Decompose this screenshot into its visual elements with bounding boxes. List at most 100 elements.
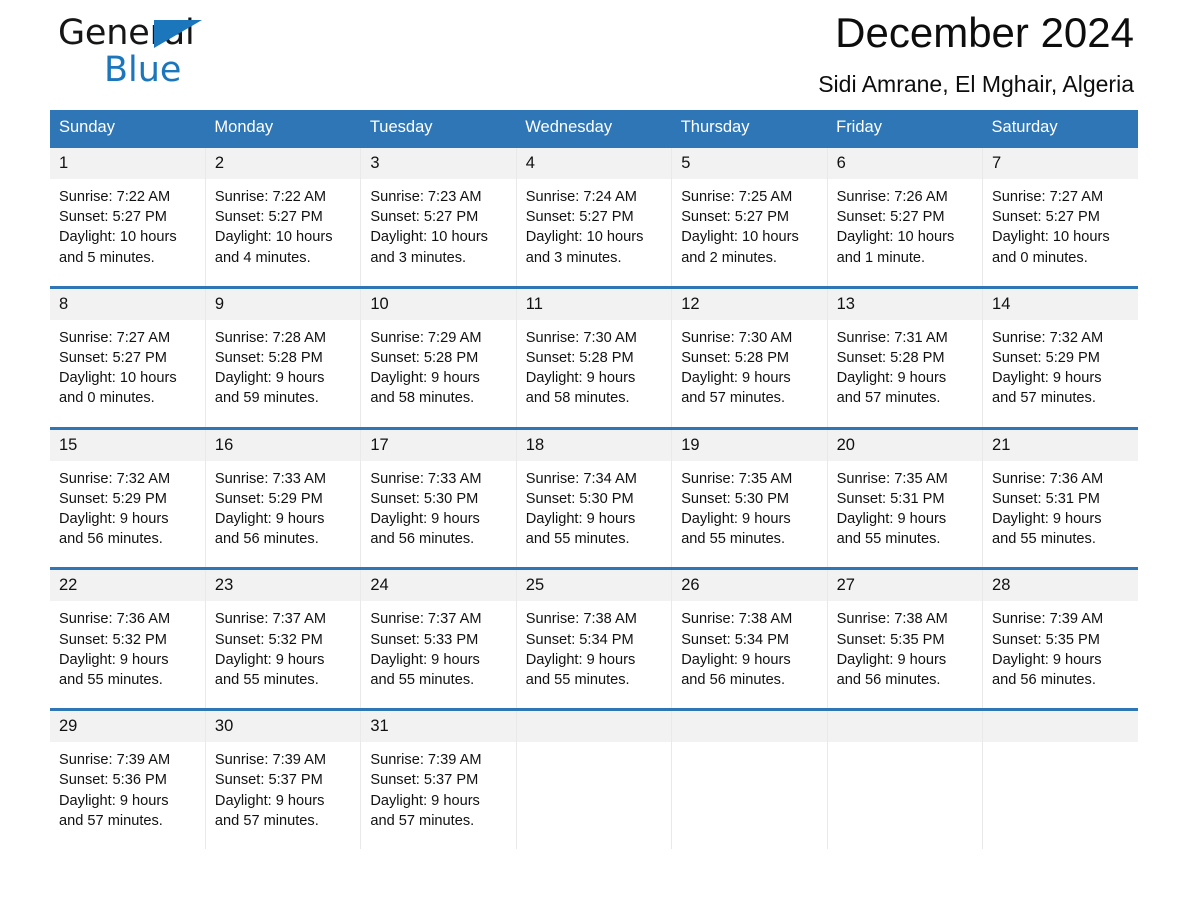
- calendar-day-cell[interactable]: 13 Sunrise: 7:31 AM Sunset: 5:28 PM Dayligh…: [827, 287, 984, 429]
- day-details: Sunrise: 7:38 AM Sunset: 5:34 PM Daylight:…: [672, 601, 826, 708]
- calendar-week-row: 22 Sunrise: 7:36 AM Sunset: 5:32 PM Dayligh…: [50, 568, 1138, 710]
- daylight-text-line1: Daylight: 9 hours: [370, 792, 480, 809]
- sunrise-text: Sunrise: 7:22 AM: [214, 189, 327, 205]
- calendar-day-cell[interactable]: 1 Sunrise: 7:22 AM Sunset: 5:27 PM Daylight…: [50, 146, 206, 288]
- daylight-text-line1: Daylight: 9 hours: [59, 511, 169, 528]
- day-details: [517, 742, 671, 830]
- day-number: 9: [205, 288, 361, 320]
- calendar-day-cell[interactable]: 7 Sunrise: 7:27 AM Sunset: 5:27 PM Daylight…: [982, 146, 1138, 288]
- calendar-day-cell[interactable]: 24 Sunrise: 7:37 AM Sunset: 5:33 PM Dayligh…: [360, 568, 517, 710]
- sunset-text: Sunset: 5:30 PM: [370, 490, 479, 507]
- calendar-day-cell[interactable]: 15 Sunrise: 7:32 AM Sunset: 5:29 PM Dayligh…: [50, 428, 206, 569]
- calendar-day-cell[interactable]: 28 Sunrise: 7:39 AM Sunset: 5:35 PM Dayligh…: [982, 568, 1138, 710]
- weekday-header-friday: Friday: [827, 110, 983, 147]
- sunrise-text: Sunrise: 7:31 AM: [836, 329, 948, 346]
- calendar-day-cell[interactable]: 6 Sunrise: 7:26 AM Sunset: 5:27 PM Daylight…: [827, 146, 984, 288]
- day-details: Sunrise: 7:27 AM Sunset: 5:27 PM Daylight:…: [50, 320, 205, 427]
- daylight-text-line1: Daylight: 9 hours: [992, 370, 1102, 387]
- calendar-day-cell[interactable]: 19 Sunrise: 7:35 AM Sunset: 5:30 PM Dayligh…: [671, 428, 828, 569]
- sunrise-text: Sunrise: 7:38 AM: [836, 611, 948, 628]
- sunrise-text: Sunrise: 7:38 AM: [525, 611, 637, 628]
- calendar-day-cell[interactable]: 25 Sunrise: 7:38 AM Sunset: 5:34 PM Dayligh…: [516, 568, 673, 710]
- daylight-text-line2: and 55 minutes.: [525, 672, 630, 689]
- sunrise-text: Sunrise: 7:39 AM: [214, 752, 327, 769]
- sunrise-text: Sunrise: 7:27 AM: [992, 189, 1104, 205]
- daylight-text-line2: and 3 minutes.: [370, 249, 467, 266]
- day-number: 23: [205, 570, 361, 602]
- day-number: 15: [50, 429, 205, 461]
- calendar-day-cell[interactable]: 30 Sunrise: 7:39 AM Sunset: 5:37 PM Dayligh…: [205, 709, 362, 850]
- daylight-text-line2: and 56 minutes.: [59, 531, 163, 548]
- sunset-text: Sunset: 5:27 PM: [525, 209, 634, 226]
- calendar-day-cell[interactable]: 9 Sunrise: 7:28 AM Sunset: 5:28 PM Daylight…: [205, 287, 362, 429]
- daylight-text-line2: and 57 minutes.: [59, 812, 163, 829]
- calendar-day-cell[interactable]: 3 Sunrise: 7:23 AM Sunset: 5:27 PM Daylight…: [360, 146, 517, 288]
- day-details: Sunrise: 7:39 AM Sunset: 5:37 PM Daylight:…: [206, 742, 360, 849]
- calendar-day-cell[interactable]: 27 Sunrise: 7:38 AM Sunset: 5:35 PM Dayligh…: [827, 568, 984, 710]
- daylight-text-line2: and 5 minutes.: [59, 249, 155, 266]
- sunrise-text: Sunrise: 7:35 AM: [836, 470, 948, 487]
- calendar-day-cell[interactable]: 5 Sunrise: 7:25 AM Sunset: 5:27 PM Daylight…: [671, 146, 828, 288]
- daylight-text-line2: and 58 minutes.: [370, 390, 475, 407]
- calendar-day-cell[interactable]: 22 Sunrise: 7:36 AM Sunset: 5:32 PM Dayligh…: [50, 568, 206, 710]
- calendar-day-cell[interactable]: 12 Sunrise: 7:30 AM Sunset: 5:28 PM Dayligh…: [671, 287, 828, 429]
- calendar-day-cell[interactable]: 29 Sunrise: 7:39 AM Sunset: 5:36 PM Dayligh…: [50, 709, 206, 850]
- day-number: 3: [361, 148, 516, 179]
- daylight-text-line2: and 56 minutes.: [214, 531, 319, 548]
- daylight-text-line2: and 55 minutes.: [836, 531, 941, 548]
- daylight-text-line2: and 55 minutes.: [992, 531, 1096, 548]
- calendar-day-cell[interactable]: 2 Sunrise: 7:22 AM Sunset: 5:27 PM Daylight…: [205, 146, 362, 288]
- sunrise-text: Sunrise: 7:26 AM: [836, 189, 948, 205]
- day-details: Sunrise: 7:37 AM Sunset: 5:33 PM Daylight:…: [361, 601, 515, 708]
- daylight-text-line1: Daylight: 9 hours: [836, 511, 947, 528]
- daylight-text-line1: Daylight: 9 hours: [836, 651, 947, 668]
- daylight-text-line2: and 56 minutes.: [370, 531, 475, 548]
- calendar-day-cell[interactable]: 26 Sunrise: 7:38 AM Sunset: 5:34 PM Dayligh…: [671, 568, 828, 710]
- daylight-text-line1: Daylight: 9 hours: [214, 792, 325, 809]
- calendar-day-cell[interactable]: 10 Sunrise: 7:29 AM Sunset: 5:28 PM Dayligh…: [360, 287, 517, 429]
- daylight-text-line1: Daylight: 9 hours: [525, 370, 636, 387]
- calendar-day-cell[interactable]: 20 Sunrise: 7:35 AM Sunset: 5:31 PM Dayligh…: [827, 428, 984, 569]
- sunset-text: Sunset: 5:27 PM: [370, 209, 479, 226]
- sunrise-text: Sunrise: 7:33 AM: [370, 470, 482, 487]
- day-details: Sunrise: 7:39 AM Sunset: 5:36 PM Daylight:…: [50, 742, 205, 849]
- sunset-text: Sunset: 5:28 PM: [681, 350, 790, 367]
- calendar-day-cell[interactable]: 11 Sunrise: 7:30 AM Sunset: 5:28 PM Dayligh…: [516, 287, 673, 429]
- day-number: 2: [205, 148, 361, 179]
- day-details: Sunrise: 7:36 AM Sunset: 5:31 PM Daylight:…: [983, 461, 1138, 568]
- day-details: Sunrise: 7:39 AM Sunset: 5:35 PM Daylight:…: [983, 601, 1138, 708]
- daylight-text-line1: Daylight: 10 hours: [836, 229, 955, 246]
- calendar-day-cell[interactable]: 23 Sunrise: 7:37 AM Sunset: 5:32 PM Dayligh…: [205, 568, 362, 710]
- calendar-day-cell[interactable]: 21 Sunrise: 7:36 AM Sunset: 5:31 PM Dayligh…: [982, 428, 1138, 569]
- calendar-day-cell[interactable]: 17 Sunrise: 7:33 AM Sunset: 5:30 PM Dayligh…: [360, 428, 517, 569]
- sunset-text: Sunset: 5:28 PM: [370, 350, 479, 367]
- day-number: 10: [361, 288, 516, 320]
- day-number: 31: [361, 711, 516, 743]
- triangle-icon: [154, 20, 202, 48]
- daylight-text-line2: and 57 minutes.: [370, 812, 475, 829]
- daylight-text-line1: Daylight: 9 hours: [525, 511, 636, 528]
- calendar-day-cell[interactable]: 8 Sunrise: 7:27 AM Sunset: 5:27 PM Daylight…: [50, 287, 206, 429]
- calendar-day-cell[interactable]: 31 Sunrise: 7:39 AM Sunset: 5:37 PM Dayligh…: [360, 709, 517, 850]
- day-details: [672, 742, 826, 830]
- page-title: December 2024: [835, 9, 1134, 56]
- day-details: Sunrise: 7:31 AM Sunset: 5:28 PM Daylight:…: [828, 320, 982, 427]
- calendar-day-cell[interactable]: 14 Sunrise: 7:32 AM Sunset: 5:29 PM Dayligh…: [982, 287, 1138, 429]
- daylight-text-line1: Daylight: 9 hours: [370, 511, 480, 528]
- sunrise-text: Sunrise: 7:28 AM: [214, 329, 327, 346]
- calendar-day-cell[interactable]: 16 Sunrise: 7:33 AM Sunset: 5:29 PM Dayligh…: [205, 428, 362, 569]
- day-details: Sunrise: 7:34 AM Sunset: 5:30 PM Daylight:…: [517, 461, 671, 568]
- calendar-day-cell-empty: [982, 709, 1138, 850]
- daylight-text-line2: and 56 minutes.: [836, 672, 941, 689]
- day-number: 16: [205, 429, 361, 461]
- calendar-day-cell[interactable]: 4 Sunrise: 7:24 AM Sunset: 5:27 PM Daylight…: [516, 146, 673, 288]
- calendar-day-cell[interactable]: 18 Sunrise: 7:34 AM Sunset: 5:30 PM Dayligh…: [516, 428, 673, 569]
- day-details: Sunrise: 7:32 AM Sunset: 5:29 PM Daylight:…: [983, 320, 1138, 427]
- sunrise-text: Sunrise: 7:23 AM: [370, 189, 482, 205]
- day-details: Sunrise: 7:35 AM Sunset: 5:30 PM Daylight:…: [672, 461, 826, 568]
- day-number: 1: [50, 148, 205, 179]
- daylight-text-line2: and 55 minutes.: [59, 672, 163, 689]
- weekday-header-saturday: Saturday: [982, 110, 1138, 147]
- generalblue-logo[interactable]: General Blue: [58, 12, 308, 98]
- sunset-text: Sunset: 5:27 PM: [836, 209, 945, 226]
